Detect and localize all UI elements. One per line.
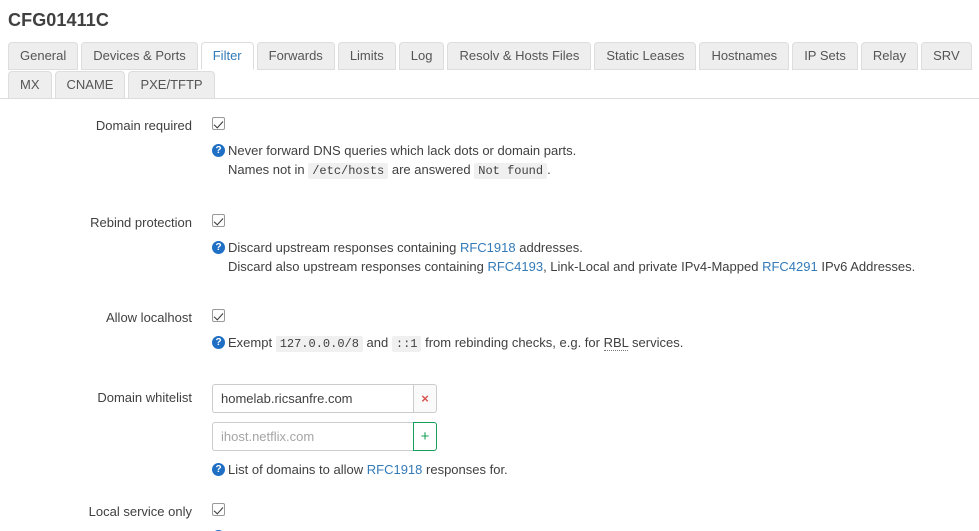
tab-forwards[interactable]: Forwards [256, 42, 335, 70]
tab-cname[interactable]: CNAME [54, 71, 126, 99]
tab-resolv-and-hosts-files[interactable]: Resolv & Hosts Files [447, 42, 592, 70]
help-text-line-2: Names not in /etc/hosts are answered Not… [228, 160, 979, 181]
tab-mx[interactable]: MX [8, 71, 52, 99]
help-text-part: . [547, 162, 551, 177]
help-text-line-2: Discard also upstream responses containi… [228, 257, 979, 276]
help-text-part: Discard upstream responses containing [228, 240, 457, 255]
help-text-line-1: Never forward DNS queries which lack dot… [228, 143, 577, 158]
help-text-part: Discard also upstream responses containi… [228, 259, 484, 274]
tab-filter[interactable]: Filter [200, 42, 254, 70]
code-not-found: Not found [474, 163, 548, 179]
label-allow-localhost: Allow localhost [106, 310, 192, 325]
link-rfc1918[interactable]: RFC1918 [460, 240, 516, 255]
help-text-part: and [366, 335, 389, 350]
tab-devices-and-ports[interactable]: Devices & Ports [81, 42, 198, 70]
tab-srv[interactable]: SRV [921, 42, 972, 70]
field-domain-required: Domain required ? Never forward DNS quer… [0, 116, 979, 181]
help-icon[interactable]: ? [212, 463, 225, 476]
help-text-part: addresses. [519, 240, 583, 255]
help-local-service-only: ? Accept DNS queries only from hosts who… [212, 527, 979, 531]
checkbox-allow-localhost[interactable] [212, 309, 225, 322]
help-text-part: from rebinding checks, e.g. for [425, 335, 600, 350]
page-root: CFG01411C General Devices & Ports Filter… [0, 0, 979, 531]
whitelist-entry-row: × [212, 384, 437, 413]
help-domain-required: ? Never forward DNS queries which lack d… [212, 141, 979, 181]
label-rebind-protection: Rebind protection [90, 215, 192, 230]
help-text-part: are answered [391, 162, 471, 177]
checkbox-local-service-only[interactable] [212, 503, 225, 516]
add-domain-button[interactable]: + [413, 422, 437, 451]
help-text-part: Names not in [228, 162, 305, 177]
code-loopback-v4: 127.0.0.0/8 [275, 336, 363, 352]
help-text-part: Exempt [228, 335, 273, 350]
help-text-part: services. [632, 335, 684, 350]
help-text-line-1: Accept DNS queries only from hosts whose… [228, 527, 979, 531]
help-domain-whitelist: ? List of domains to allow RFC1918 respo… [212, 460, 979, 479]
page-title: CFG01411C [8, 10, 109, 30]
tab-static-leases[interactable]: Static Leases [594, 42, 697, 70]
help-text-part: List of domains to allow [228, 462, 364, 477]
tab-general[interactable]: General [8, 42, 79, 70]
field-local-service-only: Local service only ? Accept DNS queries … [0, 502, 979, 531]
tab-pxe-tftp[interactable]: PXE/TFTP [128, 71, 215, 99]
help-icon[interactable]: ? [212, 241, 225, 254]
help-text-part: responses for. [426, 462, 508, 477]
code-etc-hosts: /etc/hosts [308, 163, 389, 179]
remove-domain-button[interactable]: × [413, 384, 437, 413]
field-domain-whitelist: Domain whitelist × + ? List of domains t… [0, 384, 979, 479]
tab-limits[interactable]: Limits [337, 42, 396, 70]
label-local-service-only: Local service only [88, 504, 192, 519]
domain-whitelist-input[interactable] [212, 384, 413, 413]
tab-hostnames[interactable]: Hostnames [699, 42, 790, 70]
help-allow-localhost: ? Exempt 127.0.0.0/8 and ::1 from rebind… [212, 333, 979, 354]
code-loopback-v6: ::1 [391, 336, 422, 352]
whitelist-new-entry-row: + [212, 422, 437, 451]
tab-relay[interactable]: Relay [860, 42, 919, 70]
tab-ip-sets[interactable]: IP Sets [792, 42, 858, 70]
label-domain-whitelist: Domain whitelist [97, 390, 192, 405]
checkbox-rebind-protection[interactable] [212, 214, 225, 227]
link-rfc1918[interactable]: RFC1918 [367, 462, 423, 477]
link-rfc4193[interactable]: RFC4193 [487, 259, 543, 274]
help-icon[interactable]: ? [212, 144, 225, 157]
label-domain-required: Domain required [95, 118, 192, 133]
field-allow-localhost: Allow localhost ? Exempt 127.0.0.0/8 and… [0, 308, 979, 354]
checkbox-domain-required[interactable] [212, 117, 225, 130]
tab-log[interactable]: Log [398, 42, 445, 70]
abbr-rbl[interactable]: RBL [603, 335, 629, 351]
help-text-part: IPv6 Addresses. [821, 259, 916, 274]
link-rfc4291[interactable]: RFC4291 [762, 259, 818, 274]
help-text-part: , Link-Local and private IPv4-Mapped [543, 259, 759, 274]
field-rebind-protection: Rebind protection ? Discard upstream res… [0, 213, 979, 276]
settings-form: Domain required ? Never forward DNS quer… [0, 99, 979, 531]
tab-row-primary: General Devices & Ports Filter Forwards … [8, 40, 979, 99]
help-text-line-1: List of domains to allow RFC1918 respons… [228, 460, 979, 479]
help-icon[interactable]: ? [212, 336, 225, 349]
help-text-line-1: Exempt 127.0.0.0/8 and ::1 from rebindin… [228, 333, 979, 354]
help-text-line-1: Discard upstream responses containing RF… [228, 238, 979, 257]
tab-bar: General Devices & Ports Filter Forwards … [0, 40, 979, 99]
help-rebind-protection: ? Discard upstream responses containing … [212, 238, 979, 276]
domain-whitelist-new-input[interactable] [212, 422, 413, 451]
